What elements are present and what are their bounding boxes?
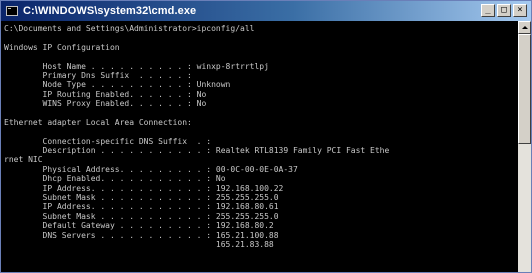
console-line: IP Routing Enabled. . . . . . : No	[4, 89, 207, 99]
scrollbar-thumb[interactable]	[518, 34, 531, 144]
cmd-window: C:\WINDOWS\system32\cmd.exe _ □ × C:\Doc…	[0, 0, 532, 273]
console-line: Connection-specific DNS Suffix . :	[4, 136, 212, 146]
minimize-button[interactable]: _	[481, 4, 495, 17]
window-title: C:\WINDOWS\system32\cmd.exe	[23, 5, 197, 17]
console-line: Dhcp Enabled. . . . . . . . . . . : No	[4, 174, 226, 184]
console-line: Primary Dns Suffix . . . . . :	[4, 70, 192, 80]
console-line: Subnet Mask . . . . . . . . . . . : 255.…	[4, 193, 279, 203]
console-line: Physical Address. . . . . . . . . : 00-0…	[4, 164, 298, 174]
console-output[interactable]: C:\Documents and Settings\Administrator>…	[1, 21, 518, 272]
maximize-button[interactable]: □	[497, 4, 511, 17]
title-bar[interactable]: C:\WINDOWS\system32\cmd.exe _ □ ×	[1, 1, 531, 21]
console-line: IP Address. . . . . . . . . . . . : 192.…	[4, 183, 284, 193]
console-line: Description . . . . . . . . . . . : Real…	[4, 146, 390, 156]
console-line: rnet NIC	[4, 155, 43, 165]
scroll-up-arrow-icon[interactable]	[518, 21, 531, 34]
console-line: DNS Servers . . . . . . . . . . . : 165.…	[4, 230, 279, 240]
close-button[interactable]: ×	[513, 4, 527, 17]
console-line: Subnet Mask . . . . . . . . . . . : 255.…	[4, 211, 279, 221]
console-line: C:\Documents and Settings\Administrator>…	[4, 24, 255, 33]
vertical-scrollbar[interactable]	[518, 21, 531, 272]
console-line: Default Gateway . . . . . . . . . : 192.…	[4, 221, 274, 231]
console-line: Ethernet adapter Local Area Connection:	[4, 117, 192, 127]
console-line: IP Address. . . . . . . . . . . . : 192.…	[4, 202, 279, 212]
console-line: WINS Proxy Enabled. . . . . . : No	[4, 99, 207, 109]
console-line: Node Type . . . . . . . . . . : Unknown	[4, 80, 231, 90]
window-controls: _ □ ×	[481, 4, 527, 17]
console-app-icon[interactable]	[6, 6, 18, 16]
console-line: Windows IP Configuration	[4, 42, 120, 52]
console-line: Host Name . . . . . . . . . . : winxp-8r…	[4, 61, 269, 71]
console-line: 165.21.83.88	[4, 239, 274, 249]
